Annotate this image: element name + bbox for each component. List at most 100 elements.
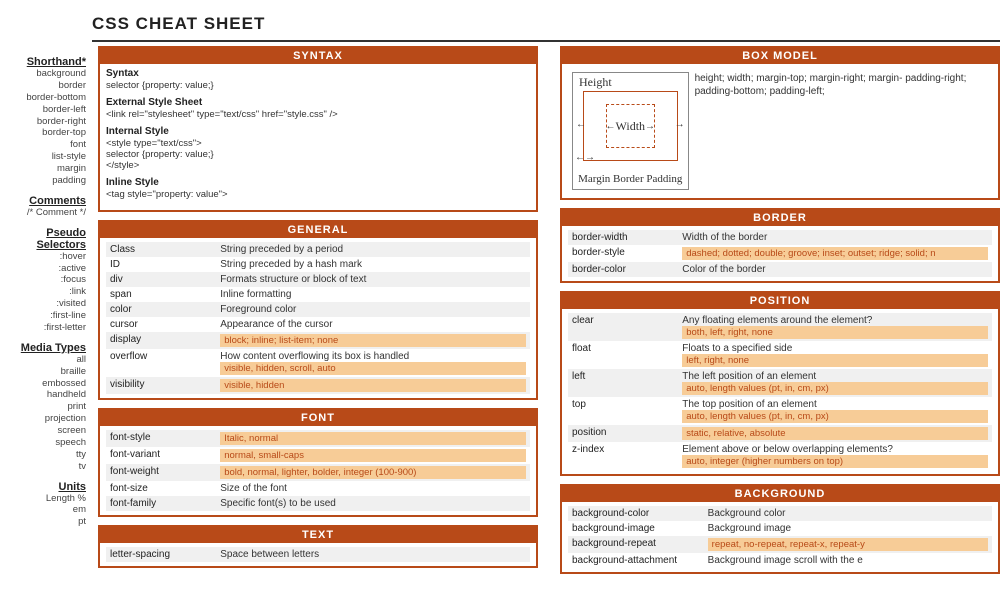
table-row: clearAny floating elements around the el… (568, 313, 992, 341)
table-row: font-styleItalic, normal (106, 430, 530, 447)
sidebar-item: margin (0, 163, 86, 175)
property-cell: Class (106, 242, 216, 257)
property-cell: cursor (106, 317, 216, 332)
sidebar-item: speech (0, 437, 86, 449)
property-cell: background-attachment (568, 553, 704, 568)
desc-cell: Italic, normal (216, 430, 530, 447)
desc-cell: String preceded by a hash mark (216, 257, 530, 272)
syntax-body: Syntaxselector {property: value;}Externa… (100, 64, 536, 210)
desc-cell: Any floating elements around the element… (678, 313, 992, 341)
property-cell: left (568, 369, 678, 397)
table-row: spanInline formatting (106, 287, 530, 302)
syntax-code: selector {property: value;} (106, 80, 530, 91)
property-cell: visibility (106, 377, 216, 394)
table-row: background-repeatrepeat, no-repeat, repe… (568, 536, 992, 553)
table-row: overflowHow content overflowing its box … (106, 349, 530, 377)
units-heading: Units (0, 481, 86, 493)
table-row: background-colorBackground color (568, 506, 992, 521)
position-table: clearAny floating elements around the el… (568, 313, 992, 470)
table-row: visibility visible, hidden (106, 377, 530, 394)
options-span: auto, length values (pt, in, cm, px) (682, 410, 988, 423)
property-cell: border-style (568, 245, 678, 262)
table-row: font-familySpecific font(s) to be used (106, 496, 530, 511)
table-row: IDString preceded by a hash mark (106, 257, 530, 272)
options-span: left, right, none (682, 354, 988, 367)
desc-cell: The left position of an elementauto, len… (678, 369, 992, 397)
desc-cell: Inline formatting (216, 287, 530, 302)
sidebar-item: border-left (0, 104, 86, 116)
sidebar-item: projection (0, 413, 86, 425)
table-row: border-styledashed; dotted; double; groo… (568, 245, 992, 262)
sidebar-item: list-style (0, 151, 86, 163)
col-right: BOX MODEL Height ←Width→ ← → ←→ Margin B… (560, 46, 1000, 582)
table-row: letter-spacingSpace between letters (106, 547, 530, 562)
sidebar-item: :link (0, 286, 86, 298)
syntax-code: <style type="text/css"> selector {proper… (106, 138, 530, 171)
general-box: GENERAL ClassString preceded by a period… (98, 220, 538, 400)
table-row: font-sizeSize of the font (106, 481, 530, 496)
desc-cell: repeat, no-repeat, repeat-x, repeat-y (704, 536, 992, 553)
table-row: border-colorColor of the border (568, 262, 992, 277)
units-list: Length %empt (0, 493, 86, 529)
table-row: font-weightbold, normal, lighter, bolder… (106, 464, 530, 481)
ruler (92, 40, 1000, 42)
syntax-label: External Style Sheet (106, 97, 530, 108)
media-list: allbrailleembossedhandheldprintprojectio… (0, 354, 86, 473)
boxmodel-side-text: height; width; margin-top; margin-right;… (695, 68, 992, 98)
sidebar-item: :first-line (0, 310, 86, 322)
boxmodel-title: BOX MODEL (562, 48, 998, 64)
diagram-width-label: Width (616, 119, 646, 134)
sidebar-item: padding (0, 175, 86, 187)
property-cell: span (106, 287, 216, 302)
sidebar-item: Length % (0, 493, 86, 505)
options-span: repeat, no-repeat, repeat-x, repeat-y (708, 538, 988, 551)
layout: Shorthand* backgroundborderborder-bottom… (0, 46, 1000, 582)
desc-cell: Background color (704, 506, 992, 521)
boxmodel-box: BOX MODEL Height ←Width→ ← → ←→ Margin B… (560, 46, 1000, 200)
desc-cell: visible, hidden (216, 377, 530, 394)
table-row: topThe top position of an elementauto, l… (568, 397, 992, 425)
options-span: bold, normal, lighter, bolder, integer (… (220, 466, 526, 479)
desc-cell: Width of the border (678, 230, 992, 245)
table-row: cursorAppearance of the cursor (106, 317, 530, 332)
sidebar-item: tty (0, 449, 86, 461)
sidebar-item: pt (0, 516, 86, 528)
options-span: visible, hidden (220, 379, 526, 392)
sidebar-item: :active (0, 263, 86, 275)
property-cell: top (568, 397, 678, 425)
sidebar-item: border (0, 80, 86, 92)
pseudo-list: :hover:active:focus:link:visited:first-l… (0, 251, 86, 334)
sidebar-item: background (0, 68, 86, 80)
desc-cell: The top position of an elementauto, leng… (678, 397, 992, 425)
sidebar-item: print (0, 401, 86, 413)
desc-cell: Color of the border (678, 262, 992, 277)
desc-cell: Floats to a specified sideleft, right, n… (678, 341, 992, 369)
desc-cell: Background image (704, 521, 992, 536)
syntax-title: SYNTAX (100, 48, 536, 64)
property-cell: font-size (106, 481, 216, 496)
desc-cell: Space between letters (216, 547, 530, 562)
sidebar-item: :visited (0, 298, 86, 310)
table-row: background-attachmentBackground image sc… (568, 553, 992, 568)
sidebar-item: border-bottom (0, 92, 86, 104)
position-box: POSITION clearAny floating elements arou… (560, 291, 1000, 476)
property-cell: font-variant (106, 447, 216, 464)
sidebar-item: border-right (0, 116, 86, 128)
sidebar-item: all (0, 354, 86, 366)
property-cell: div (106, 272, 216, 287)
desc-cell: Appearance of the cursor (216, 317, 530, 332)
border-title: BORDER (562, 210, 998, 226)
syntax-label: Inline Style (106, 177, 530, 188)
table-row: leftThe left position of an elementauto,… (568, 369, 992, 397)
desc-cell: Size of the font (216, 481, 530, 496)
property-cell: background-color (568, 506, 704, 521)
table-row: z-indexElement above or below overlappin… (568, 442, 992, 470)
table-row: border-widthWidth of the border (568, 230, 992, 245)
desc-cell: Element above or below overlapping eleme… (678, 442, 992, 470)
table-row: displayblock; inline; list-item; none (106, 332, 530, 349)
sidebar: Shorthand* backgroundborderborder-bottom… (0, 46, 92, 582)
desc-cell: normal, small-caps (216, 447, 530, 464)
general-title: GENERAL (100, 222, 536, 238)
font-box: FONT font-styleItalic, normalfont-varian… (98, 408, 538, 517)
property-cell: border-width (568, 230, 678, 245)
